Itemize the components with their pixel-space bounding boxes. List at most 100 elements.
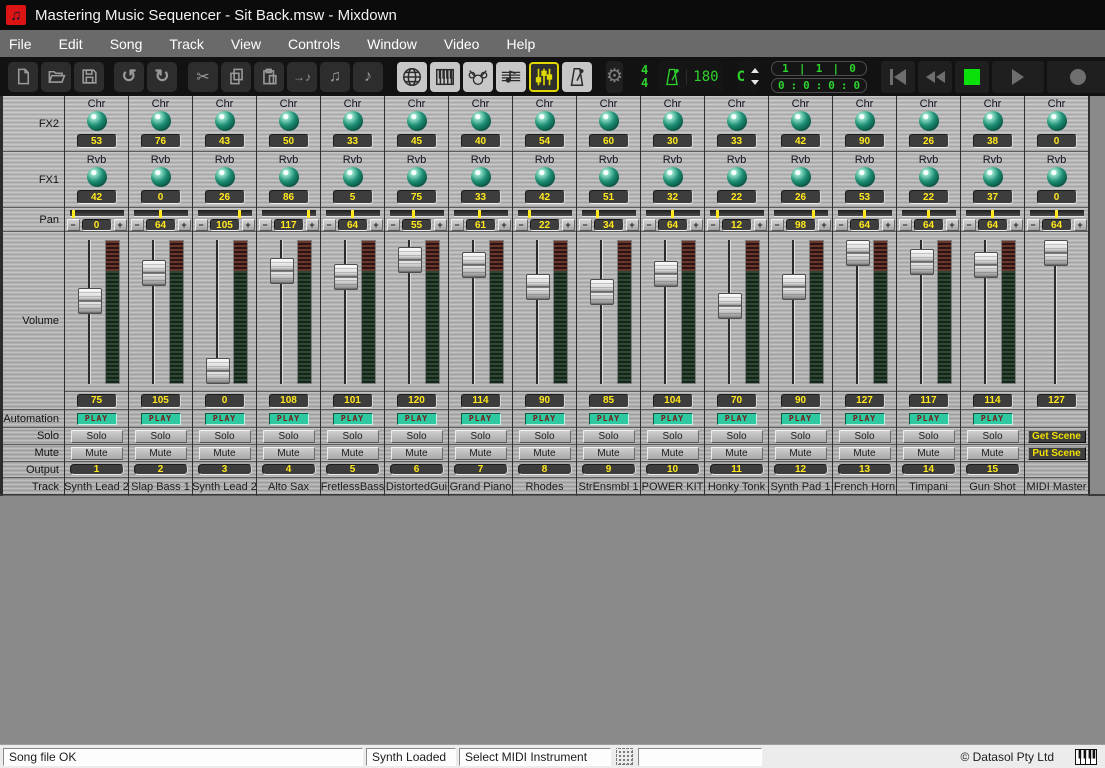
fx2-knob[interactable] — [87, 111, 107, 131]
fx1-knob[interactable] — [1047, 167, 1067, 187]
automation-play-button[interactable]: PLAY — [269, 413, 309, 425]
fx1-knob[interactable] — [791, 167, 811, 187]
solo-button[interactable]: Solo — [711, 430, 763, 443]
fx2-knob[interactable] — [919, 111, 939, 131]
solo-button[interactable]: Solo — [455, 430, 507, 443]
pan-plus-button[interactable]: + — [306, 219, 319, 231]
fx1-knob[interactable] — [87, 167, 107, 187]
piano-roll-view-button[interactable] — [430, 62, 460, 92]
automation-play-button[interactable]: PLAY — [909, 413, 949, 425]
mute-button[interactable]: Mute — [455, 447, 507, 460]
save-button[interactable] — [74, 62, 104, 92]
volume-fader-track[interactable] — [536, 240, 539, 384]
fx1-knob[interactable] — [215, 167, 235, 187]
pan-plus-button[interactable]: + — [626, 219, 639, 231]
pan-plus-button[interactable]: + — [946, 219, 959, 231]
fx1-knob[interactable] — [471, 167, 491, 187]
mute-button[interactable]: Mute — [263, 447, 315, 460]
pan-slider[interactable] — [326, 210, 380, 217]
menu-item-view[interactable]: View — [231, 36, 261, 52]
pan-plus-button[interactable]: + — [178, 219, 191, 231]
fx2-knob[interactable] — [471, 111, 491, 131]
rewind-button[interactable] — [918, 61, 952, 93]
fx2-knob[interactable] — [279, 111, 299, 131]
solo-button[interactable]: Solo — [391, 430, 443, 443]
automation-play-button[interactable]: PLAY — [717, 413, 757, 425]
pan-slider[interactable] — [70, 210, 124, 217]
solo-button[interactable]: Solo — [583, 430, 635, 443]
drums-view-button[interactable] — [463, 62, 493, 92]
pan-slider[interactable] — [646, 210, 700, 217]
automation-play-button[interactable]: PLAY — [205, 413, 245, 425]
fx1-knob[interactable] — [599, 167, 619, 187]
solo-button[interactable]: Solo — [903, 430, 955, 443]
mute-button[interactable]: Mute — [775, 447, 827, 460]
solo-button[interactable]: Solo — [839, 430, 891, 443]
menu-item-help[interactable]: Help — [506, 36, 535, 52]
mute-button[interactable]: Mute — [327, 447, 379, 460]
fx1-knob[interactable] — [343, 167, 363, 187]
pan-plus-button[interactable]: + — [114, 219, 127, 231]
fx1-knob[interactable] — [535, 167, 555, 187]
automation-play-button[interactable]: PLAY — [845, 413, 885, 425]
pan-plus-button[interactable]: + — [370, 219, 383, 231]
pan-plus-button[interactable]: + — [1010, 219, 1023, 231]
mute-button[interactable]: Mute — [647, 447, 699, 460]
volume-fader-track[interactable] — [792, 240, 795, 384]
volume-fader-handle[interactable] — [462, 252, 486, 278]
midi-instrument-field[interactable]: Select MIDI Instrument — [459, 748, 611, 766]
solo-button[interactable]: Solo — [71, 430, 123, 443]
automation-play-button[interactable]: PLAY — [781, 413, 821, 425]
pan-slider[interactable] — [1030, 210, 1084, 217]
fx2-knob[interactable] — [983, 111, 1003, 131]
play-button[interactable] — [992, 61, 1044, 93]
pan-slider[interactable] — [390, 210, 444, 217]
fx2-knob[interactable] — [407, 111, 427, 131]
solo-button[interactable]: Solo — [519, 430, 571, 443]
automation-play-button[interactable]: PLAY — [525, 413, 565, 425]
pan-minus-button[interactable]: − — [579, 219, 592, 231]
open-file-button[interactable] — [41, 62, 71, 92]
pan-minus-button[interactable]: − — [515, 219, 528, 231]
fx2-knob[interactable] — [215, 111, 235, 131]
volume-fader-handle[interactable] — [398, 247, 422, 273]
notes-button[interactable]: ♫ — [320, 62, 350, 92]
volume-fader-handle[interactable] — [206, 358, 230, 384]
copy-button[interactable] — [221, 62, 251, 92]
menu-item-song[interactable]: Song — [110, 36, 143, 52]
fx2-knob[interactable] — [343, 111, 363, 131]
record-button[interactable] — [1047, 61, 1105, 93]
automation-play-button[interactable]: PLAY — [77, 413, 117, 425]
volume-fader-handle[interactable] — [718, 293, 742, 319]
fx1-knob[interactable] — [983, 167, 1003, 187]
solo-button[interactable]: Solo — [327, 430, 379, 443]
stop-button[interactable] — [955, 61, 989, 93]
fx1-knob[interactable] — [407, 167, 427, 187]
pan-slider[interactable] — [902, 210, 956, 217]
fx2-knob[interactable] — [855, 111, 875, 131]
fx2-knob[interactable] — [791, 111, 811, 131]
volume-fader-handle[interactable] — [974, 252, 998, 278]
pan-plus-button[interactable]: + — [818, 219, 831, 231]
key-up-icon[interactable] — [751, 68, 759, 73]
redo-button[interactable]: ↻ — [147, 62, 177, 92]
solo-button[interactable]: Solo — [647, 430, 699, 443]
fx1-knob[interactable] — [151, 167, 171, 187]
menu-item-file[interactable]: File — [9, 36, 32, 52]
volume-fader-handle[interactable] — [334, 264, 358, 290]
automation-play-button[interactable]: PLAY — [141, 413, 181, 425]
fx1-knob[interactable] — [727, 167, 747, 187]
mute-button[interactable]: Mute — [583, 447, 635, 460]
mute-button[interactable]: Mute — [903, 447, 955, 460]
automation-play-button[interactable]: PLAY — [653, 413, 693, 425]
fx1-knob[interactable] — [855, 167, 875, 187]
fx2-knob[interactable] — [727, 111, 747, 131]
mute-button[interactable]: Mute — [391, 447, 443, 460]
pan-slider[interactable] — [582, 210, 636, 217]
pan-plus-button[interactable]: + — [562, 219, 575, 231]
midi-grid-icon[interactable] — [616, 748, 633, 765]
pan-plus-button[interactable]: + — [242, 219, 255, 231]
mixer-view-button[interactable] — [529, 62, 559, 92]
fx2-knob[interactable] — [535, 111, 555, 131]
pan-plus-button[interactable]: + — [690, 219, 703, 231]
